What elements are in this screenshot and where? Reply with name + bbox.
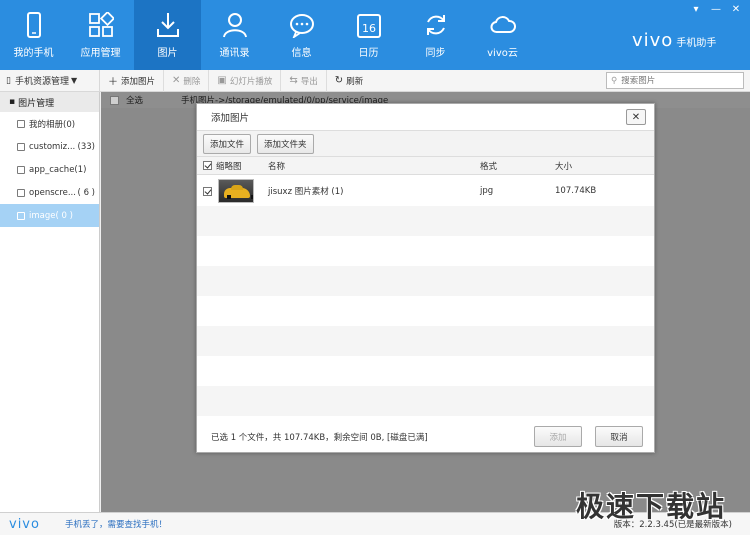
table-row[interactable]: jisuxz 图片素材 (1) jpg 107.74KB — [197, 176, 654, 206]
file-table-body: jisuxz 图片素材 (1) jpg 107.74KB — [197, 176, 654, 416]
delete-button[interactable]: ✕ 删除 — [164, 69, 210, 92]
main-nav: 我的手机 应用管理 图片 通讯录 信息 16 日历 同步 vivo云 — [0, 0, 536, 70]
brand-subtitle: 手机助手 — [676, 38, 717, 49]
table-row — [197, 206, 654, 236]
toolbar: ▯ 手机资源管理 ▼ ＋添加图片 ✕ 删除 ▣ 幻灯片播放 ⇆ 导出 ↻ 刷新 ⚲ — [0, 69, 750, 92]
find-phone-link[interactable]: 手机丢了，需要查找手机！ — [65, 518, 167, 530]
apps-icon — [88, 12, 114, 37]
watermark: 极速下载站 — [576, 490, 727, 523]
album-icon — [17, 119, 25, 128]
select-all-checkbox[interactable] — [110, 95, 119, 105]
table-row — [197, 266, 654, 296]
nav-vivo-cloud[interactable]: vivo云 — [469, 0, 536, 70]
phone-small-icon: ▯ — [6, 75, 11, 86]
sidebar-group-images[interactable]: ▪ 图片管理 — [0, 92, 99, 112]
nav-messages[interactable]: 信息 — [268, 0, 335, 70]
file-size: 107.74KB — [555, 186, 597, 196]
download-image-icon — [156, 13, 179, 37]
sidebar-item-image[interactable]: image( 0 ) — [0, 204, 99, 227]
dialog-footer: 已选 1 个文件，共 107.74KB，剩余空间 0B, [磁盘已满] 添加 取… — [197, 422, 654, 452]
nav-app-manage[interactable]: 应用管理 — [67, 0, 134, 70]
search-icon: ⚲ — [611, 75, 618, 86]
table-row — [197, 296, 654, 326]
nav-contacts[interactable]: 通讯录 — [201, 0, 268, 70]
table-row — [197, 236, 654, 266]
plus-icon: ＋ — [108, 77, 118, 88]
nav-my-phone[interactable]: 我的手机 — [0, 0, 67, 70]
album-icon — [17, 165, 25, 174]
album-icon — [17, 188, 25, 197]
calendar-icon: 16 — [356, 14, 381, 38]
nav-images[interactable]: 图片 — [134, 0, 201, 70]
search-box: ⚲ — [606, 72, 744, 89]
table-row — [197, 356, 654, 386]
add-button[interactable]: 添加 — [534, 426, 582, 447]
chevron-down-icon: ▼ — [70, 76, 78, 85]
minimize-icon[interactable]: — — [708, 2, 724, 16]
search-input[interactable] — [621, 75, 732, 86]
image-thumbnail — [218, 179, 254, 203]
album-icon — [17, 211, 25, 220]
app-header: 我的手机 应用管理 图片 通讯录 信息 16 日历 同步 vivo云 vivo … — [0, 0, 750, 70]
slideshow-icon: ▣ — [217, 75, 227, 86]
phone-icon — [26, 12, 41, 38]
calendar-day: 16 — [362, 22, 376, 35]
dialog-title: 添加图片 — [197, 104, 654, 130]
header-checkbox[interactable] — [203, 161, 212, 170]
add-folder-button[interactable]: 添加文件夹 — [257, 133, 314, 154]
refresh-button[interactable]: ↻ 刷新 — [327, 70, 371, 92]
menu-icon[interactable]: ▾ — [688, 2, 704, 16]
delete-icon: ✕ — [172, 75, 181, 86]
row-checkbox[interactable] — [203, 186, 212, 196]
close-window-icon[interactable]: ✕ — [728, 2, 744, 16]
cancel-button[interactable]: 取消 — [595, 426, 643, 447]
car-image — [224, 185, 253, 199]
add-file-button[interactable]: 添加文件 — [203, 133, 252, 154]
sync-icon — [426, 15, 445, 35]
add-image-button[interactable]: ＋添加图片 — [100, 69, 165, 92]
sidebar-item-openscre[interactable]: openscre...( 6 ) — [0, 181, 99, 204]
cloud-icon — [489, 16, 516, 33]
export-button[interactable]: ⇆ 导出 — [281, 69, 327, 92]
export-icon: ⇆ — [289, 75, 298, 86]
table-row — [197, 386, 654, 416]
nav-sync[interactable]: 同步 — [402, 0, 469, 70]
refresh-icon: ↻ — [334, 75, 344, 86]
sidebar-item-app-cache[interactable]: app_cache(1) — [0, 158, 99, 181]
window-controls: ▾ — ✕ — [688, 2, 744, 16]
selection-summary: 已选 1 个文件，共 107.74KB，剩余空间 0B, [磁盘已满] — [211, 433, 428, 443]
image-folder-icon: ▪ — [9, 97, 16, 107]
dialog-button-row: 添加文件 添加文件夹 — [197, 130, 654, 157]
sidebar-item-customiz[interactable]: customiz... (33) — [0, 135, 99, 158]
nav-calendar[interactable]: 16 日历 — [335, 0, 402, 70]
status-vivo-logo: vivo — [9, 516, 40, 532]
file-table-header: 缩略图 名称 格式 大小 — [197, 157, 654, 175]
resource-dropdown[interactable]: ▯ 手机资源管理 ▼ — [0, 69, 100, 92]
table-row — [197, 326, 654, 356]
contact-icon — [222, 13, 247, 38]
vivo-logo: vivo — [632, 30, 674, 51]
brand: vivo 手机助手 — [632, 30, 716, 51]
slideshow-button[interactable]: ▣ 幻灯片播放 — [209, 69, 282, 92]
add-image-dialog: 添加图片 ✕ 添加文件 添加文件夹 缩略图 名称 格式 大小 jisuxz 图片… — [196, 103, 655, 453]
sidebar-item-my-album[interactable]: 我的相册(0) — [0, 112, 99, 135]
sidebar: ▪ 图片管理 我的相册(0) customiz... (33) app_cache… — [0, 92, 100, 512]
file-name: jisuxz 图片素材 (1) — [268, 187, 344, 197]
album-icon — [17, 142, 25, 151]
message-icon — [289, 14, 314, 38]
dialog-close-button[interactable]: ✕ — [626, 109, 646, 125]
file-format: jpg — [480, 186, 494, 196]
